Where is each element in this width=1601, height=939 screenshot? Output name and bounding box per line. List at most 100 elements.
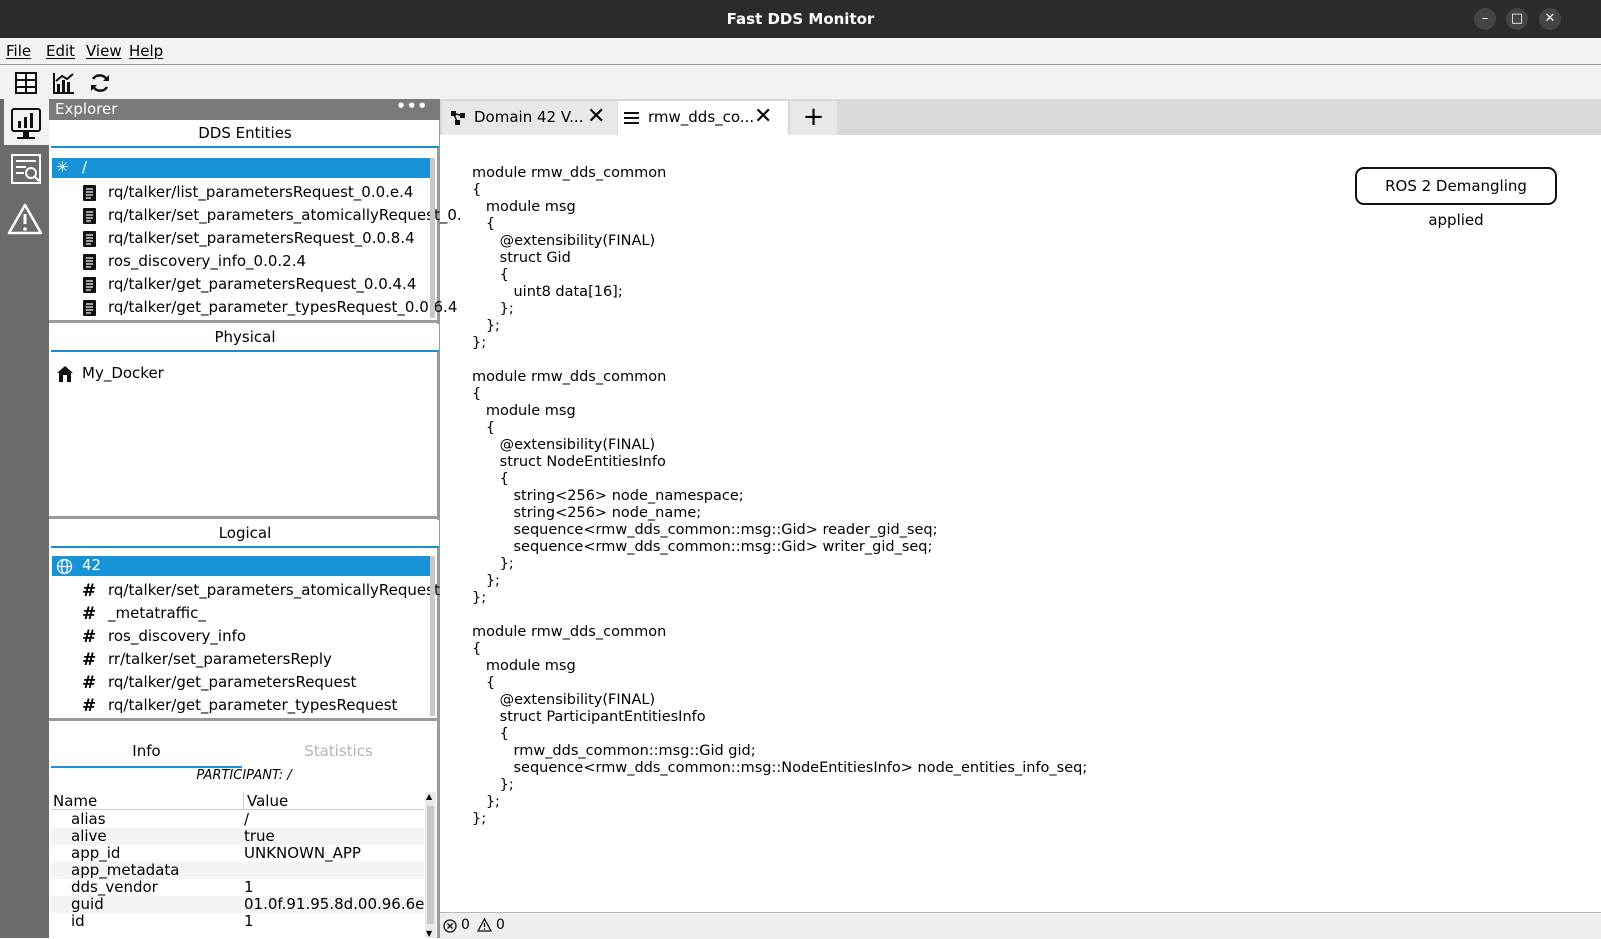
info-value: UNKNOWN_APP [244,845,361,862]
title-bar: Fast DDS Monitor – □ ✕ [0,0,1601,38]
dds-entity-item[interactable]: ros_discovery_info_0.0.2.4 [108,252,306,270]
more-options-icon[interactable]: ••• [396,97,428,115]
info-row: id 1 [51,913,424,930]
dds-root-label: / [82,158,88,176]
refresh-icon[interactable] [88,71,112,95]
entity-caption: PARTICIPANT: / [196,768,292,783]
divider [49,718,439,721]
info-row: app_metadata [51,862,424,879]
dds-entities-title: DDS Entities [51,120,439,148]
info-key: app_metadata [71,862,180,879]
info-table-header: Name Value [51,792,424,810]
info-value: 1 [244,913,254,930]
explorer-view-button[interactable] [4,99,49,145]
status-bar: 0 0 [440,912,1601,939]
divider [49,516,439,519]
divider [49,320,439,323]
logical-item[interactable]: rq/talker/get_parametersRequest [108,673,356,691]
logical-scrollbar[interactable] [430,556,435,716]
error-count[interactable]: 0 [461,917,470,933]
explorer-header: Explorer ••• [49,97,440,120]
dashboard-icon[interactable] [14,71,38,95]
issues-view-button[interactable] [4,199,46,245]
topic-hash-icon: # [82,696,97,716]
close-window-button[interactable]: ✕ [1539,8,1561,30]
dds-scrollbar[interactable] [430,158,435,318]
logical-item[interactable]: rr/talker/set_parametersReply [108,650,332,668]
info-value: 01.0f.91.95.8d.00.96.6e.00 [244,896,424,913]
warning-icon [7,203,43,235]
tab-idl-view[interactable]: rmw_dds_co... ✕ [618,101,788,135]
host-icon [57,366,73,382]
topic-hash-icon: # [82,581,97,601]
chart-icon[interactable] [52,71,76,95]
dds-entity-item[interactable]: rq/talker/set_parametersRequest_0.0.8.4 [108,229,415,247]
physical-item[interactable]: My_Docker [82,364,164,382]
topic-hash-icon: # [82,673,97,693]
logical-root-label: 42 [82,556,102,574]
window-title: Fast DDS Monitor [726,10,875,28]
logical-item[interactable]: rq/talker/set_parameters_atomicallyReque… [108,581,440,599]
info-key: dds_vendor [71,879,158,896]
info-row: alive true [51,828,424,845]
side-bar [0,99,49,938]
info-key: guid [71,896,104,913]
menu-edit[interactable]: Edit [46,42,75,60]
info-row: app_id UNKNOWN_APP [51,845,424,862]
topic-document-icon [82,230,98,248]
info-key: alive [71,828,107,845]
error-icon [443,919,457,933]
dds-entity-item[interactable]: rq/talker/list_parametersRequest_0.0.e.4 [108,183,413,201]
close-icon[interactable]: ✕ [587,104,605,129]
tab-info[interactable]: Info [51,742,242,768]
topic-document-icon [82,207,98,225]
warning-count[interactable]: 0 [496,917,505,933]
maximize-button[interactable]: □ [1506,8,1528,30]
idl-code: module rmw_dds_common { module msg { @ex… [472,165,1088,827]
logical-item[interactable]: ros_discovery_info [108,627,246,645]
column-value: Value [243,792,288,810]
graph-icon [451,111,465,125]
topic-document-icon [82,184,98,202]
participant-icon: ✳ [56,158,69,176]
menu-file[interactable]: File [6,42,31,60]
new-tab-button[interactable]: + [790,101,837,135]
tab-statistics[interactable]: Statistics [242,742,435,766]
topic-document-icon [82,299,98,317]
list-icon [624,112,639,124]
logical-root[interactable]: 42 [52,556,434,576]
info-row: alias / [51,811,424,828]
minimize-button[interactable]: – [1474,8,1496,30]
info-row: guid 01.0f.91.95.8d.00.96.6e.00 [51,896,424,913]
tab-idl-label: rmw_dds_co... [648,108,755,126]
menu-view[interactable]: View [86,42,122,60]
info-value: 1 [244,879,254,896]
column-name: Name [53,792,98,810]
monitor-chart-icon [11,108,41,139]
search-document-icon [11,154,41,184]
logical-title: Logical [51,520,439,548]
inspect-view-button[interactable] [4,149,46,195]
dds-entity-item[interactable]: rq/talker/get_parameter_typesRequest_0.0… [108,298,457,316]
tab-domain-view[interactable]: Domain 42 V... ✕ [442,101,617,135]
info-value: true [244,828,275,845]
physical-title: Physical [51,324,439,352]
topic-hash-icon: # [82,627,97,647]
demangling-badge[interactable]: ROS 2 Demangling applied [1355,167,1557,229]
menu-help[interactable]: Help [129,42,163,60]
explorer-title: Explorer [55,100,118,118]
globe-icon [56,558,73,575]
dds-entity-item[interactable]: rq/talker/set_parameters_atomicallyReque… [108,206,462,224]
dds-entities-root[interactable]: ✳ / [52,158,434,178]
info-value: / [244,811,250,828]
info-key: alias [71,811,106,828]
dds-entity-item[interactable]: rq/talker/get_parametersRequest_0.0.4.4 [108,275,416,293]
info-scrollbar[interactable]: ▲ ▼ [425,792,436,938]
close-icon[interactable]: ✕ [754,104,772,129]
toolbar [0,64,1601,100]
logical-item[interactable]: _metatraffic_ [108,604,206,622]
logical-item[interactable]: rq/talker/get_parameter_typesRequest [108,696,397,714]
topic-hash-icon: # [82,604,97,624]
plus-icon: + [802,102,825,132]
topic-hash-icon: # [82,650,97,670]
